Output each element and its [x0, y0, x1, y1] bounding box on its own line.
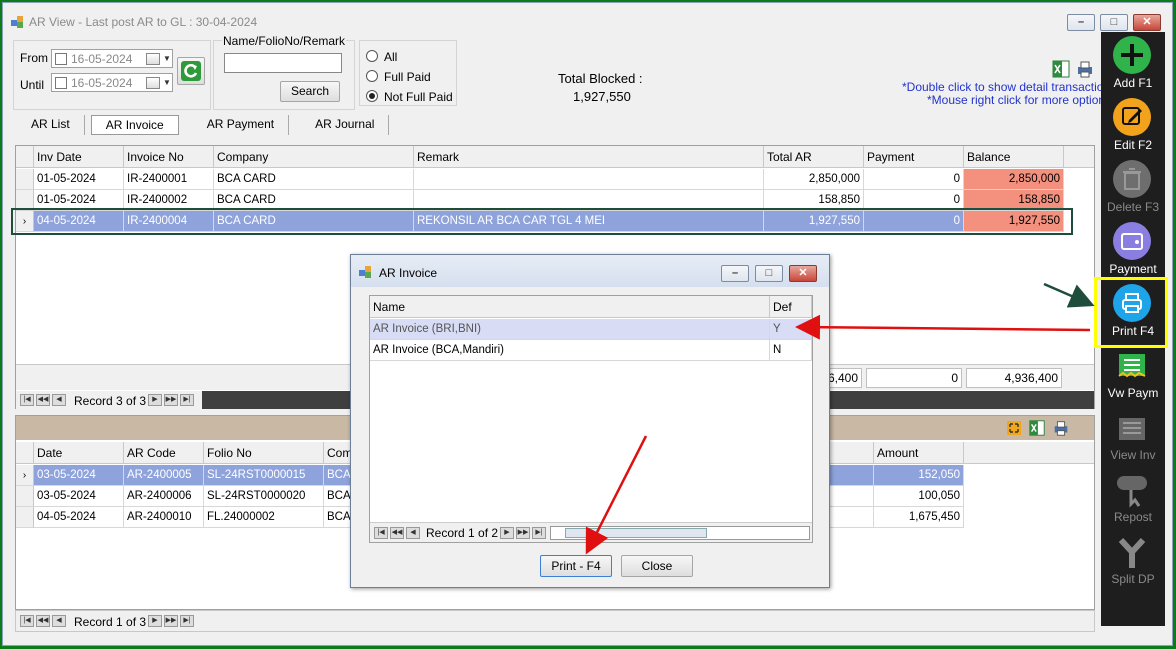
arrow-to-print-button	[585, 435, 648, 555]
annotation-arrows	[585, 282, 1095, 555]
arrow-to-default-report	[795, 314, 1091, 340]
arrow-to-print-toolbar	[1043, 282, 1095, 308]
